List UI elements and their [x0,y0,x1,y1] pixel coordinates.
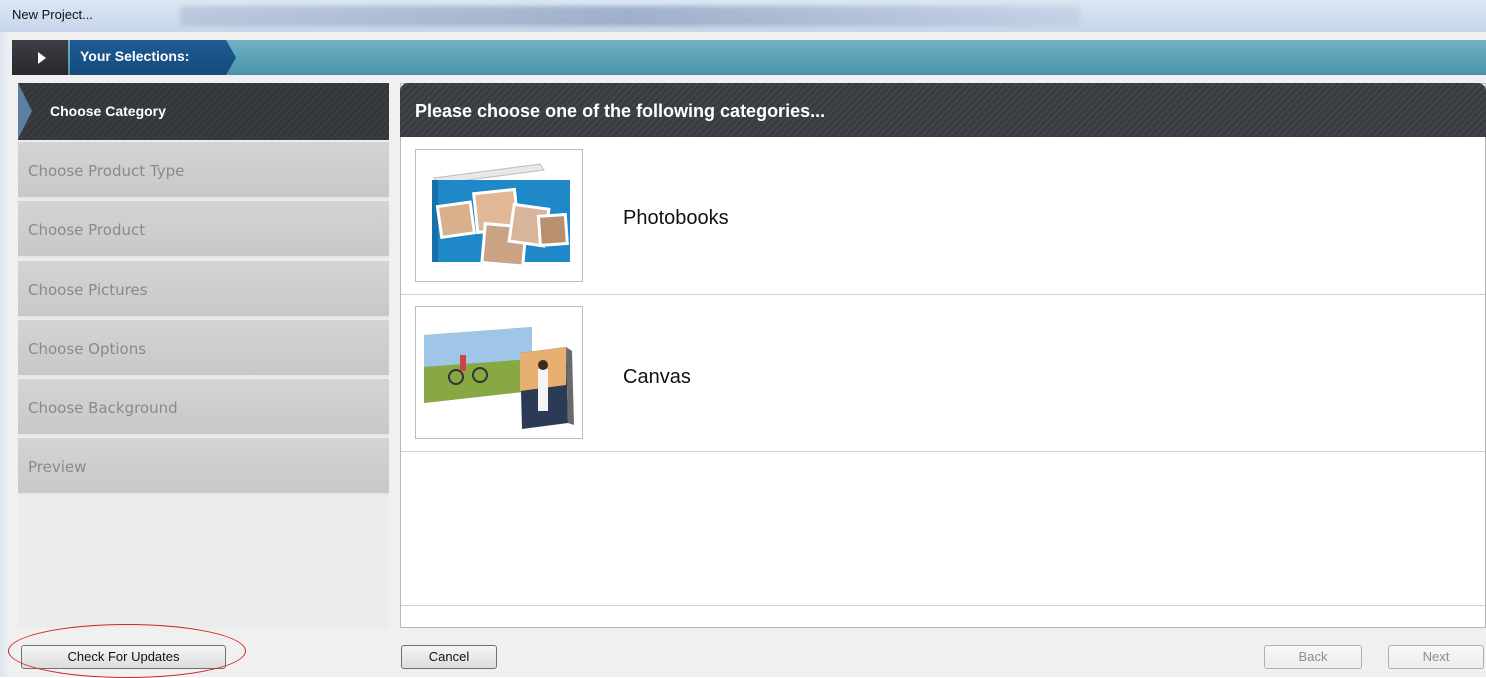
blurred-taskbar-area [180,6,1080,26]
sidebar-step-choose-pictures: Choose Pictures [18,261,389,318]
sidebar-step-label: Choose Pictures [28,281,148,299]
sidebar-step-label: Choose Background [28,399,178,417]
photobook-thumbnail-icon [415,149,583,282]
window-title-bar: New Project... [0,0,1486,32]
category-label-canvas: Canvas [623,366,691,388]
sidebar-step-choose-category[interactable]: Choose Category [18,83,389,140]
breadcrumb: Your Selections: [70,40,236,75]
page-title: Please choose one of the following categ… [415,101,826,121]
sidebar-step-choose-options: Choose Options [18,320,389,377]
sidebar-step-choose-product: Choose Product [18,201,389,258]
window-title: New Project... [12,7,93,22]
sidebar-step-label: Choose Options [28,340,147,358]
next-button[interactable]: Next [1388,645,1484,669]
canvas-thumbnail-icon [415,306,583,439]
play-arrow-icon [38,52,46,64]
window-left-edge [0,32,12,677]
category-row-photobooks[interactable]: Photobooks [401,138,1485,295]
category-row-canvas[interactable]: Canvas [401,295,1485,452]
back-button[interactable]: Back [1264,645,1362,669]
sidebar-step-label: Choose Category [50,103,166,119]
cancel-button[interactable]: Cancel [401,645,497,669]
annotation-highlight-ellipse [8,624,246,678]
sidebar-step-preview: Preview [18,438,389,495]
panel-divider [401,605,1485,606]
sidebar-step-choose-background: Choose Background [18,379,389,436]
breadcrumb-label: Your Selections: [80,48,190,64]
breadcrumb-toggle[interactable] [12,40,68,75]
category-panel-header: Please choose one of the following categ… [400,83,1486,137]
sidebar-step-label: Preview [28,458,87,476]
sidebar-step-label: Choose Product Type [28,162,185,180]
active-step-marker-icon [18,83,32,139]
sidebar-step-choose-product-type: Choose Product Type [18,142,389,199]
sidebar-step-label: Choose Product [28,221,146,239]
category-label-photobooks: Photobooks [623,207,729,229]
